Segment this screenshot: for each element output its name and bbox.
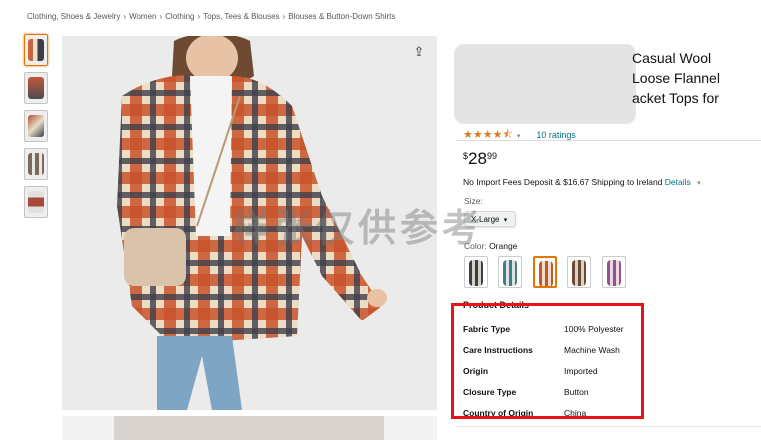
breadcrumb-item-4[interactable]: Tops, Tees & Blouses xyxy=(203,12,279,21)
thumbnail-3[interactable] xyxy=(24,110,48,142)
color-swatches xyxy=(464,256,632,288)
caret-down-icon[interactable]: ▾ xyxy=(697,180,701,187)
product-page: Clothing, Shoes & Jewelry › Women › Clothing… xyxy=(0,0,761,440)
breadcrumb: Clothing, Shoes & Jewelry › Women › Clothing… xyxy=(27,12,395,21)
color-value: Orange xyxy=(489,241,518,251)
share-icon[interactable]: ⇪ xyxy=(409,42,429,62)
secondary-product-image[interactable] xyxy=(62,416,437,440)
highlight-box xyxy=(451,303,644,419)
color-swatch-5[interactable] xyxy=(601,256,626,288)
price-fraction: 99 xyxy=(486,151,497,161)
product-title-line-3: acket Tops for xyxy=(632,90,719,106)
divider xyxy=(456,426,761,427)
product-title-line-1: Casual Wool xyxy=(632,50,712,66)
thumbnail-5[interactable] xyxy=(24,186,48,218)
breadcrumb-item-1[interactable]: Clothing, Shoes & Jewelry xyxy=(27,12,120,21)
price-whole: 28 xyxy=(468,149,487,168)
secondary-image-strip xyxy=(114,416,384,440)
divider xyxy=(456,140,761,141)
breadcrumb-separator: › xyxy=(197,12,201,21)
shipping-text: No Import Fees Deposit & $16.67 Shipping… xyxy=(463,177,663,187)
breadcrumb-item-5[interactable]: Blouses & Button-Down Shirts xyxy=(288,12,395,21)
product-title-line-2: Loose Flannel xyxy=(632,70,720,86)
breadcrumb-separator: › xyxy=(159,12,163,21)
product-title: Casual Wool Loose Flannel acket Tops for xyxy=(632,48,757,108)
thumbnail-1[interactable] xyxy=(24,34,48,66)
color-swatch-1[interactable] xyxy=(464,256,488,288)
breadcrumb-separator: › xyxy=(123,12,127,21)
shipping-details-link[interactable]: Details xyxy=(665,177,691,187)
shipping-info: No Import Fees Deposit & $16.67 Shipping… xyxy=(463,177,701,187)
breadcrumb-item-3[interactable]: Clothing xyxy=(165,12,194,21)
color-swatch-4[interactable] xyxy=(567,256,592,288)
thumbnail-list xyxy=(24,34,48,224)
price-currency: $ xyxy=(463,151,469,161)
chevron-down-icon: ▾ xyxy=(503,217,508,224)
color-swatch-2[interactable] xyxy=(498,256,523,288)
breadcrumb-item-2[interactable]: Women xyxy=(129,12,156,21)
price: $2899 xyxy=(463,149,497,169)
watermark: 样张仅供参考 xyxy=(232,206,485,250)
ratings-count-link[interactable]: 10 ratings xyxy=(536,130,576,140)
title-redaction xyxy=(454,44,636,124)
breadcrumb-separator: › xyxy=(282,12,286,21)
thumbnail-4[interactable] xyxy=(24,148,48,180)
rating-row: ★★★★⯪ ▾ 10 ratings xyxy=(463,126,576,145)
thumbnail-2[interactable] xyxy=(24,72,48,104)
color-swatch-3[interactable] xyxy=(532,256,557,288)
caret-down-icon[interactable]: ▾ xyxy=(517,133,521,140)
